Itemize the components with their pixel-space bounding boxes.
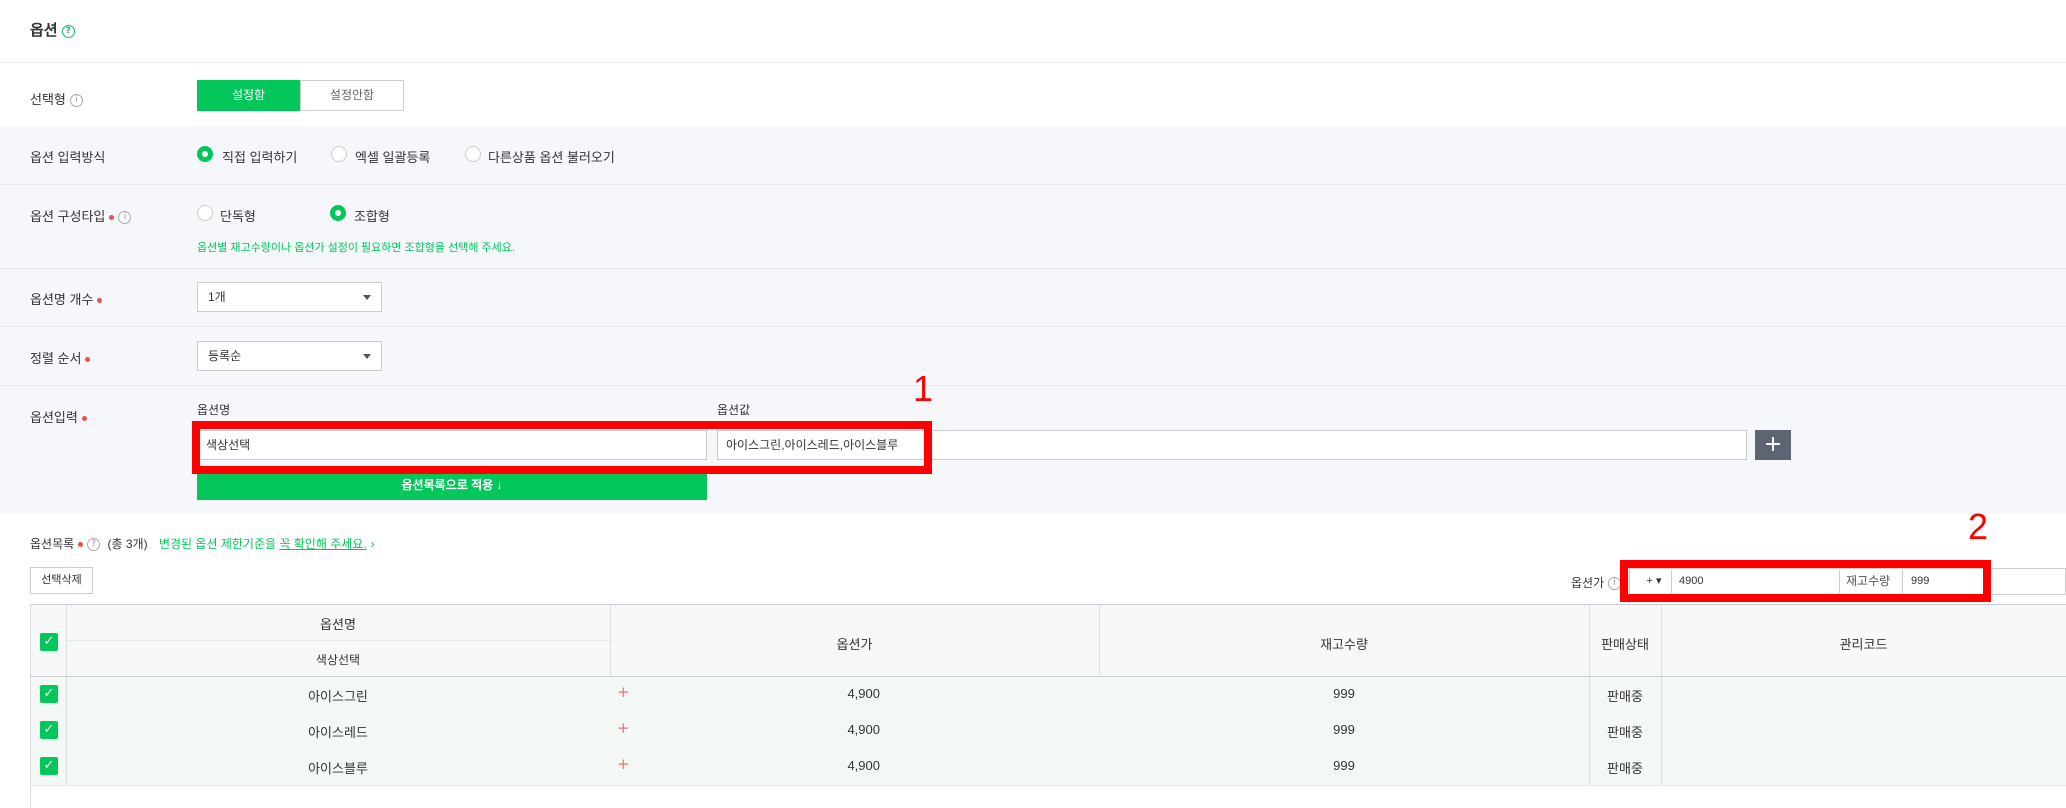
divider: [66, 677, 67, 785]
required-dot: [85, 357, 91, 363]
radio-load-other-product-label[interactable]: 다른상품 옵션 불러오기: [488, 147, 615, 166]
section-title: 옵션?: [30, 19, 75, 40]
apply-to-option-list-button[interactable]: 옵션목록으로 적용 ↓: [197, 471, 707, 500]
help-icon[interactable]: ?: [61, 24, 75, 38]
radio-direct-input[interactable]: [197, 146, 213, 162]
option-count: (총 3개): [107, 537, 148, 551]
delete-selected-button[interactable]: 선택삭제: [30, 567, 93, 594]
radio-excel-upload[interactable]: [331, 146, 347, 162]
row-option-name: 아이스레드: [308, 725, 368, 740]
plus-icon: +: [1763, 432, 1783, 457]
radio-single-type-label[interactable]: 단독형: [220, 206, 256, 225]
select-all-checkbox[interactable]: ✓: [40, 633, 58, 651]
chevron-down-icon: [363, 354, 371, 359]
radio-direct-input-label[interactable]: 직접 입력하기: [222, 147, 297, 166]
required-dot: [81, 416, 87, 422]
plus-icon: +: [617, 683, 630, 701]
required-dot: [78, 542, 84, 548]
divider: [0, 268, 2066, 269]
plus-icon: +: [617, 755, 630, 773]
divider: [1589, 677, 1590, 785]
option-value-header: 옵션값: [717, 403, 751, 417]
notice-text: 변경된 옵션 제한기준을: [158, 537, 280, 551]
row-option-price[interactable]: 4,900: [780, 758, 880, 773]
row-checkbox[interactable]: ✓: [40, 685, 58, 703]
add-option-button[interactable]: +: [1755, 430, 1791, 460]
annotation-number-2: 2: [1968, 506, 1989, 547]
header-status: 판매상태: [1601, 637, 1649, 652]
header-stock: 재고수량: [1320, 637, 1368, 652]
row-option-price[interactable]: 4,900: [780, 722, 880, 737]
row-option-price[interactable]: 4,900: [780, 686, 880, 701]
annotation-number-1: 1: [913, 368, 934, 409]
radio-load-other-product[interactable]: [465, 146, 481, 162]
radio-combination-type-label[interactable]: 조합형: [354, 206, 390, 225]
divider: [0, 62, 2066, 63]
radio-single-type[interactable]: [197, 205, 213, 221]
select-type-label: 선택형 i: [30, 89, 83, 108]
select-type-on-button[interactable]: 설정함: [197, 80, 300, 111]
option-list-header: 옵션목록? (총 3개) 변경된 옵션 제한기준을 꼭 확인해 주세요. ›: [30, 537, 375, 552]
divider: [1661, 677, 1662, 785]
bulk-price-label: 옵션가 i: [1571, 574, 1622, 591]
row-status[interactable]: 판매중: [1589, 758, 1661, 777]
header-code: 관리코드: [1839, 637, 1888, 652]
row-checkbox[interactable]: ✓: [40, 757, 58, 775]
header-option-price: 옵션가: [836, 637, 873, 652]
header-option-sub: 색상선택: [315, 653, 361, 667]
chevron-down-icon: [363, 295, 371, 300]
row-stock[interactable]: 999: [1099, 686, 1589, 701]
divider: [0, 326, 2066, 327]
sort-order-select[interactable]: 등록순: [197, 341, 382, 371]
row-option-name: 아이스블루: [308, 761, 368, 776]
option-input-label: 옵션입력: [30, 407, 87, 426]
name-count-select[interactable]: 1개: [197, 282, 382, 312]
row-stock[interactable]: 999: [1099, 722, 1589, 737]
info-icon[interactable]: i: [69, 94, 83, 108]
header-option-name: 옵션명: [320, 617, 356, 632]
row-stock[interactable]: 999: [1099, 758, 1589, 773]
row-status[interactable]: 판매중: [1589, 686, 1661, 705]
required-dot: [109, 215, 115, 221]
name-count-label: 옵션명 개수: [30, 289, 103, 308]
option-name-header: 옵션명: [197, 403, 231, 417]
config-type-hint: 옵션별 재고수량이나 옵션가 설정이 필요하면 조합형을 선택해 주세요.: [197, 242, 515, 254]
config-type-label: 옵션 구성타입 i: [30, 206, 132, 225]
divider: [0, 184, 2066, 185]
input-method-label: 옵션 입력방식: [30, 150, 106, 165]
select-type-off-button[interactable]: 설정안함: [300, 80, 404, 111]
row-status[interactable]: 판매중: [1589, 722, 1661, 741]
chevron-right-icon: ›: [370, 537, 375, 551]
annotation-box-2: [1620, 560, 1991, 602]
divider: [66, 640, 610, 641]
required-dot: [97, 298, 103, 304]
row-checkbox[interactable]: ✓: [40, 721, 58, 739]
info-icon[interactable]: i: [118, 211, 132, 225]
notice-link[interactable]: 꼭 확인해 주세요.: [279, 537, 366, 551]
radio-combination-type[interactable]: [330, 205, 346, 221]
row-option-name: 아이스그린: [308, 689, 368, 704]
radio-excel-upload-label[interactable]: 엑셀 일괄등록: [355, 147, 430, 166]
sort-order-label: 정렬 순서: [30, 348, 91, 367]
annotation-box-1: [192, 421, 932, 474]
help-icon[interactable]: ?: [87, 538, 101, 552]
plus-icon: +: [617, 719, 630, 737]
divider: [0, 385, 2066, 386]
